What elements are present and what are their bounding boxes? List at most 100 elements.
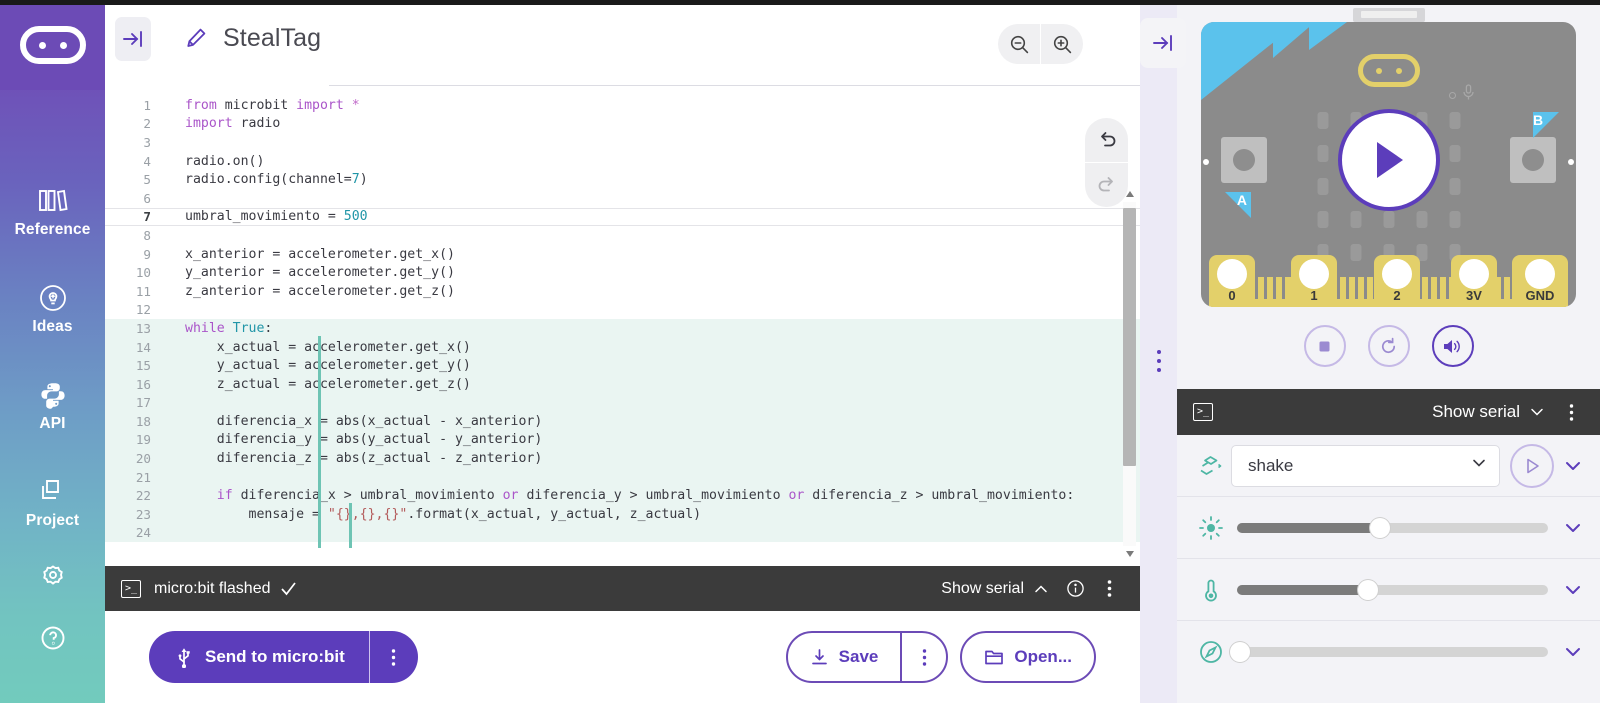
send-to-microbit-button[interactable]: Send to micro:bit bbox=[149, 631, 418, 683]
sidebar-item-reference[interactable]: Reference bbox=[0, 186, 105, 239]
code-text[interactable]: z_actual = accelerometer.get_z() bbox=[167, 377, 1140, 392]
scroll-up-arrow[interactable] bbox=[1124, 188, 1135, 200]
project-title-group[interactable]: StealTag bbox=[185, 24, 321, 53]
code-text[interactable]: y_anterior = accelerometer.get_y() bbox=[167, 265, 1140, 280]
expand-simulator-button[interactable] bbox=[1140, 18, 1186, 68]
code-line[interactable]: 15 y_actual = accelerometer.get_y() bbox=[105, 356, 1140, 375]
compass-expand-chevron[interactable] bbox=[1554, 642, 1592, 662]
mute-button[interactable] bbox=[1431, 325, 1474, 367]
sidebar-item-ideas[interactable]: Ideas bbox=[0, 283, 105, 336]
code-line[interactable]: 21 bbox=[105, 467, 1140, 487]
zoom-out-button[interactable] bbox=[998, 24, 1040, 64]
help-question-icon[interactable] bbox=[39, 624, 67, 657]
pin-1[interactable]: 1 bbox=[1291, 255, 1337, 307]
show-serial-button[interactable]: Show serial bbox=[941, 580, 1024, 598]
code-editor[interactable]: 1 from microbit import * 2 import radio 3 4 ra… bbox=[105, 88, 1140, 566]
settings-gear-icon[interactable] bbox=[39, 563, 67, 596]
code-text[interactable]: radio.on() bbox=[167, 154, 1140, 169]
code-text[interactable]: while True: bbox=[167, 321, 1140, 336]
reset-button[interactable] bbox=[1367, 325, 1410, 367]
code-lines[interactable]: 1 from microbit import * 2 import radio 3 4 ra… bbox=[105, 88, 1140, 543]
code-line[interactable]: 17 bbox=[105, 393, 1140, 413]
light-level-expand-chevron[interactable] bbox=[1554, 518, 1592, 538]
simulator-resize-gutter[interactable] bbox=[1140, 0, 1186, 703]
send-to-microbit-main[interactable]: Send to micro:bit bbox=[149, 631, 369, 683]
code-text[interactable]: z_anterior = accelerometer.get_z() bbox=[167, 284, 1140, 299]
gesture-select[interactable]: shake bbox=[1231, 444, 1500, 487]
sidebar-item-project[interactable]: Project bbox=[0, 477, 105, 530]
code-line[interactable]: 23 mensaje = "{},{},{}".format(x_actual,… bbox=[105, 505, 1140, 524]
code-line[interactable]: 7 umbral_movimiento = 500 bbox=[105, 207, 1140, 227]
undo-button[interactable] bbox=[1085, 118, 1128, 162]
gesture-play-button[interactable] bbox=[1510, 443, 1554, 488]
code-text[interactable]: radio.config(channel=7) bbox=[167, 172, 1140, 187]
pin-3v[interactable]: 3V bbox=[1451, 255, 1497, 307]
kebab-menu-icon[interactable] bbox=[1092, 572, 1126, 606]
save-button[interactable]: Save bbox=[785, 631, 949, 683]
code-line[interactable]: 4 radio.on() bbox=[105, 152, 1140, 171]
code-line[interactable]: 3 bbox=[105, 133, 1140, 152]
code-line[interactable]: 14 x_actual = accelerometer.get_x() bbox=[105, 337, 1140, 357]
code-line[interactable]: 10 y_anterior = accelerometer.get_y() bbox=[105, 263, 1140, 282]
redo-button[interactable] bbox=[1085, 163, 1128, 207]
code-text[interactable]: from microbit import * bbox=[167, 98, 1140, 113]
code-line[interactable]: 13 while True: bbox=[105, 319, 1140, 338]
collapse-sidebar-button[interactable] bbox=[115, 17, 151, 61]
code-text[interactable]: import radio bbox=[167, 116, 1140, 131]
simulator-play-button[interactable] bbox=[1337, 109, 1440, 211]
microbit-logo-chip[interactable] bbox=[1357, 54, 1420, 87]
code-line[interactable]: 22 if diferencia_x > umbral_movimiento o… bbox=[105, 486, 1140, 506]
send-more-menu[interactable] bbox=[370, 631, 418, 683]
code-line[interactable]: 2 import radio bbox=[105, 115, 1140, 134]
scroll-down-arrow[interactable] bbox=[1124, 548, 1135, 560]
save-main[interactable]: Save bbox=[788, 633, 901, 681]
pencil-edit-icon[interactable] bbox=[185, 27, 207, 49]
open-main[interactable]: Open... bbox=[962, 633, 1094, 681]
kebab-menu-icon[interactable] bbox=[1554, 395, 1588, 429]
light-level-knob[interactable] bbox=[1370, 517, 1391, 538]
code-line[interactable]: 20 diferencia_z = abs(z_actual - z_anter… bbox=[105, 449, 1140, 468]
code-text[interactable]: diferencia_y = abs(y_actual - y_anterior… bbox=[167, 432, 1140, 447]
code-text[interactable]: x_actual = accelerometer.get_x() bbox=[167, 340, 1140, 355]
code-line[interactable]: 12 bbox=[105, 301, 1140, 320]
code-line[interactable]: 9 x_anterior = accelerometer.get_x() bbox=[105, 245, 1140, 264]
scrollbar-thumb[interactable] bbox=[1123, 208, 1136, 466]
temperature-slider[interactable] bbox=[1237, 579, 1548, 600]
sidebar-item-api[interactable]: API bbox=[0, 380, 105, 433]
temperature-expand-chevron[interactable] bbox=[1554, 580, 1592, 600]
code-line[interactable]: 1 from microbit import * bbox=[105, 96, 1140, 115]
gesture-expand-chevron[interactable] bbox=[1554, 456, 1592, 476]
light-level-slider[interactable] bbox=[1237, 517, 1548, 538]
editor-scrollbar[interactable] bbox=[1123, 188, 1136, 560]
code-text[interactable]: x_anterior = accelerometer.get_x() bbox=[167, 247, 1140, 262]
compass-slider[interactable] bbox=[1230, 642, 1548, 662]
stop-button[interactable] bbox=[1303, 325, 1346, 367]
pin-gnd[interactable]: GND bbox=[1512, 255, 1568, 307]
save-more-menu[interactable] bbox=[902, 633, 946, 681]
open-button[interactable]: Open... bbox=[960, 631, 1096, 683]
code-text[interactable]: umbral_movimiento = 500 bbox=[167, 209, 1140, 224]
code-line[interactable]: 6 bbox=[105, 189, 1140, 208]
show-serial-button[interactable]: Show serial bbox=[1432, 402, 1520, 422]
code-text[interactable]: mensaje = "{},{},{}".format(x_actual, y_… bbox=[167, 507, 1140, 522]
code-text[interactable]: diferencia_z = abs(z_actual - z_anterior… bbox=[167, 451, 1140, 466]
code-line[interactable]: 24 bbox=[105, 523, 1140, 543]
pin-0[interactable]: 0 bbox=[1209, 255, 1255, 307]
code-text[interactable]: y_actual = accelerometer.get_y() bbox=[167, 358, 1140, 373]
chevron-down-icon[interactable] bbox=[1520, 395, 1554, 429]
temperature-knob[interactable] bbox=[1357, 579, 1378, 600]
zoom-in-button[interactable] bbox=[1041, 24, 1083, 64]
pin-2[interactable]: 2 bbox=[1374, 255, 1420, 307]
code-text[interactable]: diferencia_x = abs(x_actual - x_anterior… bbox=[167, 414, 1140, 429]
drag-handle[interactable] bbox=[1156, 350, 1161, 372]
code-line[interactable]: 18 diferencia_x = abs(x_actual - x_anter… bbox=[105, 412, 1140, 431]
compass-knob[interactable] bbox=[1230, 642, 1251, 662]
info-icon[interactable] bbox=[1058, 572, 1092, 606]
code-line[interactable]: 16 z_actual = accelerometer.get_z() bbox=[105, 374, 1140, 394]
code-line[interactable]: 11 z_anterior = accelerometer.get_z() bbox=[105, 282, 1140, 301]
code-line[interactable]: 8 bbox=[105, 226, 1140, 245]
code-line[interactable]: 19 diferencia_y = abs(y_actual - y_anter… bbox=[105, 430, 1140, 450]
chevron-up-icon[interactable] bbox=[1024, 572, 1058, 606]
code-text[interactable]: if diferencia_x > umbral_movimiento or d… bbox=[167, 488, 1140, 503]
microbit-logo[interactable] bbox=[0, 0, 105, 90]
